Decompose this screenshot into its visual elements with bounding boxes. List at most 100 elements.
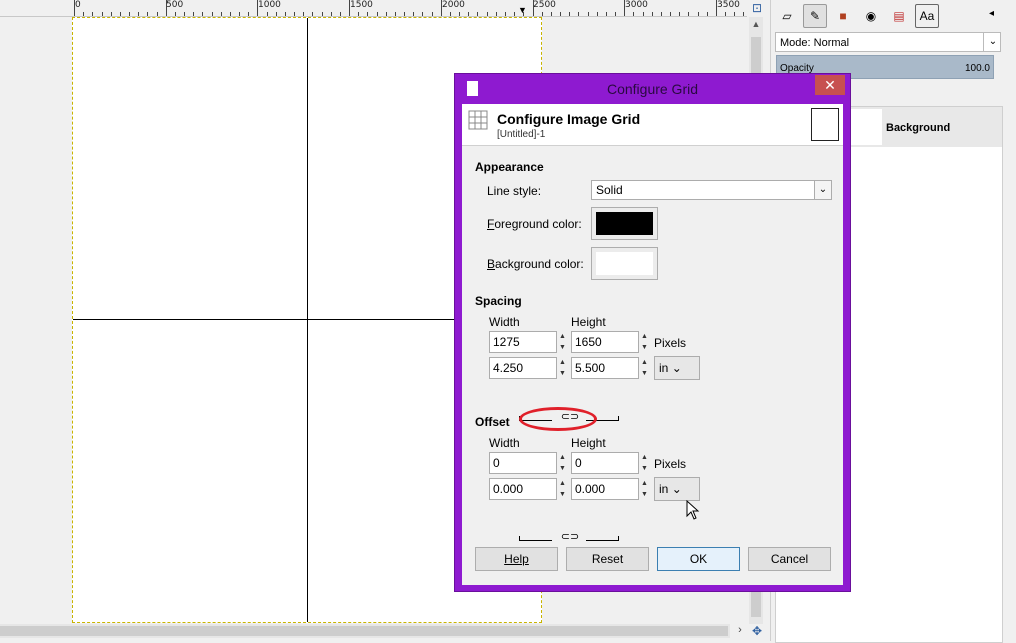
spacing-height-in-input[interactable]: 5.500 ▲ ▼ [571,357,651,379]
cancel-button[interactable]: Cancel [748,547,831,571]
spacing-width-px-field[interactable]: 1275 [489,331,557,353]
channels-tab-icon[interactable]: ■ [831,4,855,28]
ruler-label: 2500 [533,0,556,10]
fonts-tab-icon[interactable]: Aa [915,4,939,28]
spacing-unit-select[interactable]: in ⌄ [654,356,700,380]
ruler-tick [422,12,424,16]
navigate-icon[interactable]: ✥ [750,624,764,638]
close-button[interactable]: ✕ [815,75,845,95]
offset-width-in-field[interactable]: 0.000 [489,478,557,500]
ruler-tick [303,12,305,16]
ruler-tick [532,0,534,16]
ruler-tick [83,12,85,16]
horizontal-ruler[interactable]: 0 500 1000 1500 2000 2500 3000 3500 ▼ [0,0,747,17]
spacing-width-in-field[interactable]: 4.250 [489,357,557,379]
offset-height-label: Height [571,436,606,450]
spin-arrows-icon[interactable]: ▲ ▼ [558,478,567,500]
grid-icon [468,110,488,130]
ruler-tick [440,0,442,16]
ruler-tick [339,12,341,16]
ruler-tick [596,12,598,16]
spin-arrows-icon[interactable]: ▲ ▼ [640,478,649,500]
spin-arrows-icon[interactable]: ▲ ▼ [640,452,649,474]
spin-arrows-icon[interactable]: ▲ ▼ [558,331,567,353]
paths-tab-icon[interactable]: ✎ [803,4,827,28]
offset-width-in-input[interactable]: 0.000 ▲ ▼ [489,478,569,500]
chevron-down-icon: ⌄ [671,482,682,496]
dialog-header: Configure Image Grid [Untitled]-1 [462,104,843,146]
ruler-tick [642,12,644,16]
foreground-color-label: Foreground color: [487,217,582,231]
spacing-height-label: Height [571,315,606,329]
offset-height-in-field[interactable]: 0.000 [571,478,639,500]
offset-height-px-field[interactable]: 0 [571,452,639,474]
zoom-toggle-icon[interactable]: ⊡ [750,1,764,15]
scroll-up-icon[interactable]: ▲ [751,19,761,31]
ruler-tick [239,12,241,16]
ruler-tick [660,12,662,16]
spin-arrows-icon[interactable]: ▲ ▼ [558,452,567,474]
spacing-width-in-input[interactable]: 4.250 ▲ ▼ [489,357,569,379]
ruler-tick [266,12,268,16]
ruler-tick [670,12,672,16]
ruler-tick [569,12,571,16]
dialog-titlebar[interactable]: Configure Grid ✕ [455,74,850,104]
spin-arrows-icon[interactable]: ▲ ▼ [640,357,649,379]
line-style-value: Solid [596,183,623,197]
chevron-down-icon[interactable]: ⌄ [983,33,1002,51]
ruler-tick [229,12,231,16]
line-style-select[interactable]: Solid ⌄ [591,180,832,200]
ruler-tick [129,12,131,16]
horizontal-scroll-thumb[interactable] [0,626,728,636]
spacing-width-px-input[interactable]: 1275 ▲ ▼ [489,331,569,353]
spin-arrows-icon[interactable]: ▲ ▼ [558,357,567,379]
spin-arrows-icon[interactable]: ▲ ▼ [640,331,649,353]
spacing-title: Spacing [475,294,522,308]
layers-tab-icon[interactable]: ▱ [775,4,799,28]
ruler-tick [294,12,296,16]
offset-height-in-input[interactable]: 0.000 ▲ ▼ [571,478,651,500]
ruler-tick [330,12,332,16]
reset-button[interactable]: Reset [566,547,649,571]
brushes-tab-icon[interactable]: ◉ [859,4,883,28]
ruler-tick [312,12,314,16]
ruler-label: 1000 [258,0,281,10]
layer-name: Background [886,122,951,134]
offset-height-px-input[interactable]: 0 ▲ ▼ [571,452,651,474]
dialog-body: Configure Image Grid [Untitled]-1 Appear… [462,104,843,585]
ruler-tick [119,12,121,16]
spacing-height-px-field[interactable]: 1650 [571,331,639,353]
ruler-tick [633,12,635,16]
ruler-tick [560,12,561,16]
ruler-tick [211,12,213,16]
ruler-tick [156,12,158,16]
offset-unit-select[interactable]: in ⌄ [654,477,700,501]
ruler-tick [101,12,103,16]
palette-tab-icon[interactable]: ▤ [887,4,911,28]
spacing-height-in-field[interactable]: 5.500 [571,357,639,379]
offset-chain-toggle[interactable]: ⊂⊃ [519,531,619,543]
ruler-tick [74,0,75,16]
chevron-down-icon: ⌄ [814,181,831,199]
ruler-tick [138,12,140,16]
foreground-color-button[interactable] [591,207,658,240]
spacing-width-label: Width [489,315,520,329]
horizontal-scrollbar[interactable] [0,624,730,638]
mode-select[interactable]: Mode: Normal [775,32,1001,52]
image-preview [811,108,839,141]
ruler-tick [605,12,607,16]
offset-width-px-input[interactable]: 0 ▲ ▼ [489,452,569,474]
offset-width-label: Width [489,436,520,450]
dock-menu-icon[interactable]: ◂ [989,8,994,19]
ruler-label: 3500 [717,0,740,10]
help-button[interactable]: Help [475,547,558,571]
background-color-button[interactable] [591,247,658,280]
scroll-right-icon[interactable]: › [733,624,747,638]
offset-width-px-field[interactable]: 0 [489,452,557,474]
spacing-height-px-input[interactable]: 1650 ▲ ▼ [571,331,651,353]
annotation-highlight-oval [519,407,597,431]
ruler-tick [651,12,653,16]
ruler-tick [349,0,351,16]
ok-button[interactable]: OK [657,547,740,571]
ruler-tick [321,12,323,16]
